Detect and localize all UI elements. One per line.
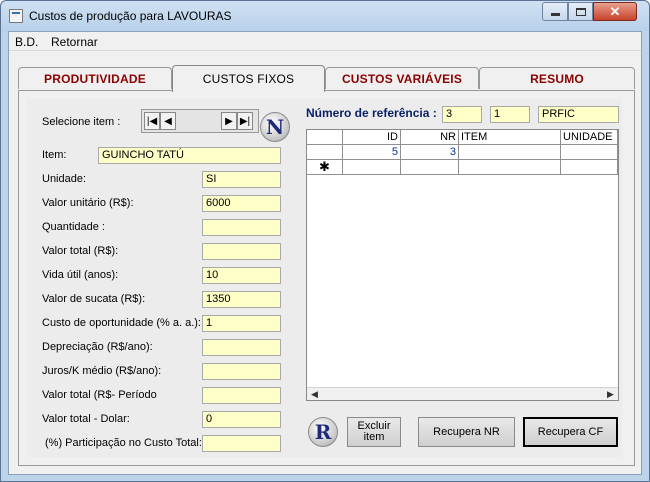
cell-item[interactable]: [459, 145, 561, 160]
valor-total-label: Valor total (R$):: [42, 245, 119, 257]
vida-util-field[interactable]: 10: [202, 267, 281, 284]
unidade-label: Unidade:: [42, 173, 87, 185]
tab-panel: Selecione item : |◀ ◀ ▶ ▶| N Item: GUINC…: [18, 90, 635, 466]
new-row[interactable]: ✱: [307, 160, 618, 175]
grid-header-row: ID NR ITEM UNIDADE: [307, 130, 618, 145]
quantidade-label: Quantidade :: [42, 221, 105, 233]
ref-field-2[interactable]: 1: [490, 106, 530, 123]
app-icon: [9, 9, 23, 23]
scroll-left-icon[interactable]: ◀: [308, 388, 321, 400]
data-grid[interactable]: ID NR ITEM UNIDADE 5 3 ✱ ◀ ▶: [306, 129, 619, 401]
table-row[interactable]: 5 3: [307, 145, 618, 160]
first-icon: |◀: [146, 115, 158, 127]
quantidade-field[interactable]: [202, 219, 281, 236]
participacao-field[interactable]: [202, 435, 281, 452]
cell-id[interactable]: 5: [343, 145, 401, 160]
participacao-label: (%) Participação no Custo Total:: [45, 437, 202, 449]
next-icon: ▶: [225, 115, 233, 127]
tab-resumo[interactable]: RESUMO: [479, 67, 635, 89]
ref-field-3[interactable]: PRFIC: [538, 106, 619, 123]
nav-next-button[interactable]: ▶: [221, 112, 237, 130]
juros-field[interactable]: [202, 363, 281, 380]
depreciacao-label: Depreciação (R$/ano):: [42, 341, 153, 353]
new-record-n-icon[interactable]: N: [260, 112, 290, 142]
depreciacao-field[interactable]: [202, 339, 281, 356]
grid-header-unidade[interactable]: UNIDADE: [561, 130, 618, 145]
title-bar[interactable]: Custos de produção para LAVOURAS ✕: [1, 1, 649, 31]
window-title: Custos de produção para LAVOURAS: [29, 9, 232, 23]
unidade-field[interactable]: SI: [202, 171, 281, 188]
valor-total-dolar-field[interactable]: 0: [202, 411, 281, 428]
valor-total-dolar-label: Valor total - Dolar:: [42, 413, 130, 425]
tab-strip: PRODUTIVIDADE CUSTOS FIXOS CUSTOS VARIÁV…: [18, 65, 638, 92]
minimize-button[interactable]: [542, 2, 568, 21]
grid-header-item[interactable]: ITEM: [459, 130, 561, 145]
ref-field-1[interactable]: 3: [442, 106, 482, 123]
juros-label: Juros/K médio (R$/ano):: [42, 365, 162, 377]
client-area: B.D. Retornar PRODUTIVIDADE CUSTOS FIXOS…: [8, 31, 642, 475]
nav-last-button[interactable]: ▶|: [237, 112, 253, 130]
grid-empty-area: [307, 175, 618, 388]
nav-first-button[interactable]: |◀: [144, 112, 160, 130]
valor-sucata-field[interactable]: 1350: [202, 291, 281, 308]
record-navigator: |◀ ◀ ▶ ▶|: [141, 109, 259, 133]
excluir-item-button[interactable]: Excluir item: [347, 417, 401, 447]
cell-nr[interactable]: 3: [401, 145, 459, 160]
new-cell-nr[interactable]: [401, 160, 459, 175]
app-window: Custos de produção para LAVOURAS ✕ B.D. …: [0, 0, 650, 482]
new-cell-item[interactable]: [459, 160, 561, 175]
last-icon: ▶|: [239, 115, 251, 127]
form-area: Selecione item : |◀ ◀ ▶ ▶| N Item: GUINC…: [27, 99, 622, 457]
menu-bar: B.D. Retornar: [9, 32, 641, 51]
grid-header-id[interactable]: ID: [343, 130, 401, 145]
valor-total-periodo-label: Valor total (R$- Período: [42, 389, 157, 401]
valor-unitario-label: Valor unitário (R$):: [42, 197, 134, 209]
horizontal-scrollbar[interactable]: ◀ ▶: [307, 387, 618, 400]
prev-icon: ◀: [164, 115, 172, 127]
close-icon: ✕: [609, 3, 621, 19]
valor-sucata-label: Valor de sucata (R$):: [42, 293, 146, 305]
numero-referencia-label: Número de referência :: [306, 106, 437, 120]
grid-header-selector: [307, 130, 343, 145]
row-selector[interactable]: [307, 145, 343, 160]
maximize-icon: [575, 7, 586, 16]
vida-util-label: Vida útil (anos):: [42, 269, 119, 281]
maximize-button[interactable]: [568, 2, 593, 21]
scroll-right-icon[interactable]: ▶: [604, 388, 617, 400]
menu-bd[interactable]: B.D.: [15, 35, 38, 49]
grid-header-nr[interactable]: NR: [401, 130, 459, 145]
menu-retornar[interactable]: Retornar: [51, 35, 98, 49]
nav-prev-button[interactable]: ◀: [160, 112, 176, 130]
minimize-icon: [550, 13, 560, 16]
new-cell-unidade[interactable]: [561, 160, 618, 175]
valor-total-field[interactable]: [202, 243, 281, 260]
new-row-star-icon: ✱: [307, 160, 343, 175]
refresh-r-icon[interactable]: R: [308, 417, 338, 447]
tab-produtividade[interactable]: PRODUTIVIDADE: [18, 67, 172, 89]
close-button[interactable]: ✕: [593, 2, 637, 21]
recupera-cf-button[interactable]: Recupera CF: [523, 417, 618, 447]
tab-custos-variaveis[interactable]: CUSTOS VARIÁVEIS: [325, 67, 479, 89]
recupera-nr-button[interactable]: Recupera NR: [418, 417, 515, 447]
valor-unitario-field[interactable]: 6000: [202, 195, 281, 212]
custo-oportunidade-label: Custo de oportunidade (% a. a.):: [42, 317, 201, 329]
valor-total-periodo-field[interactable]: [202, 387, 281, 404]
cell-unidade[interactable]: [561, 145, 618, 160]
new-cell-id[interactable]: [343, 160, 401, 175]
selecione-item-label: Selecione item :: [42, 116, 121, 128]
item-field[interactable]: GUINCHO TATÚ: [98, 147, 281, 164]
custo-oportunidade-field[interactable]: 1: [202, 315, 281, 332]
tab-custos-fixos[interactable]: CUSTOS FIXOS: [172, 65, 325, 92]
item-label: Item:: [42, 149, 67, 161]
